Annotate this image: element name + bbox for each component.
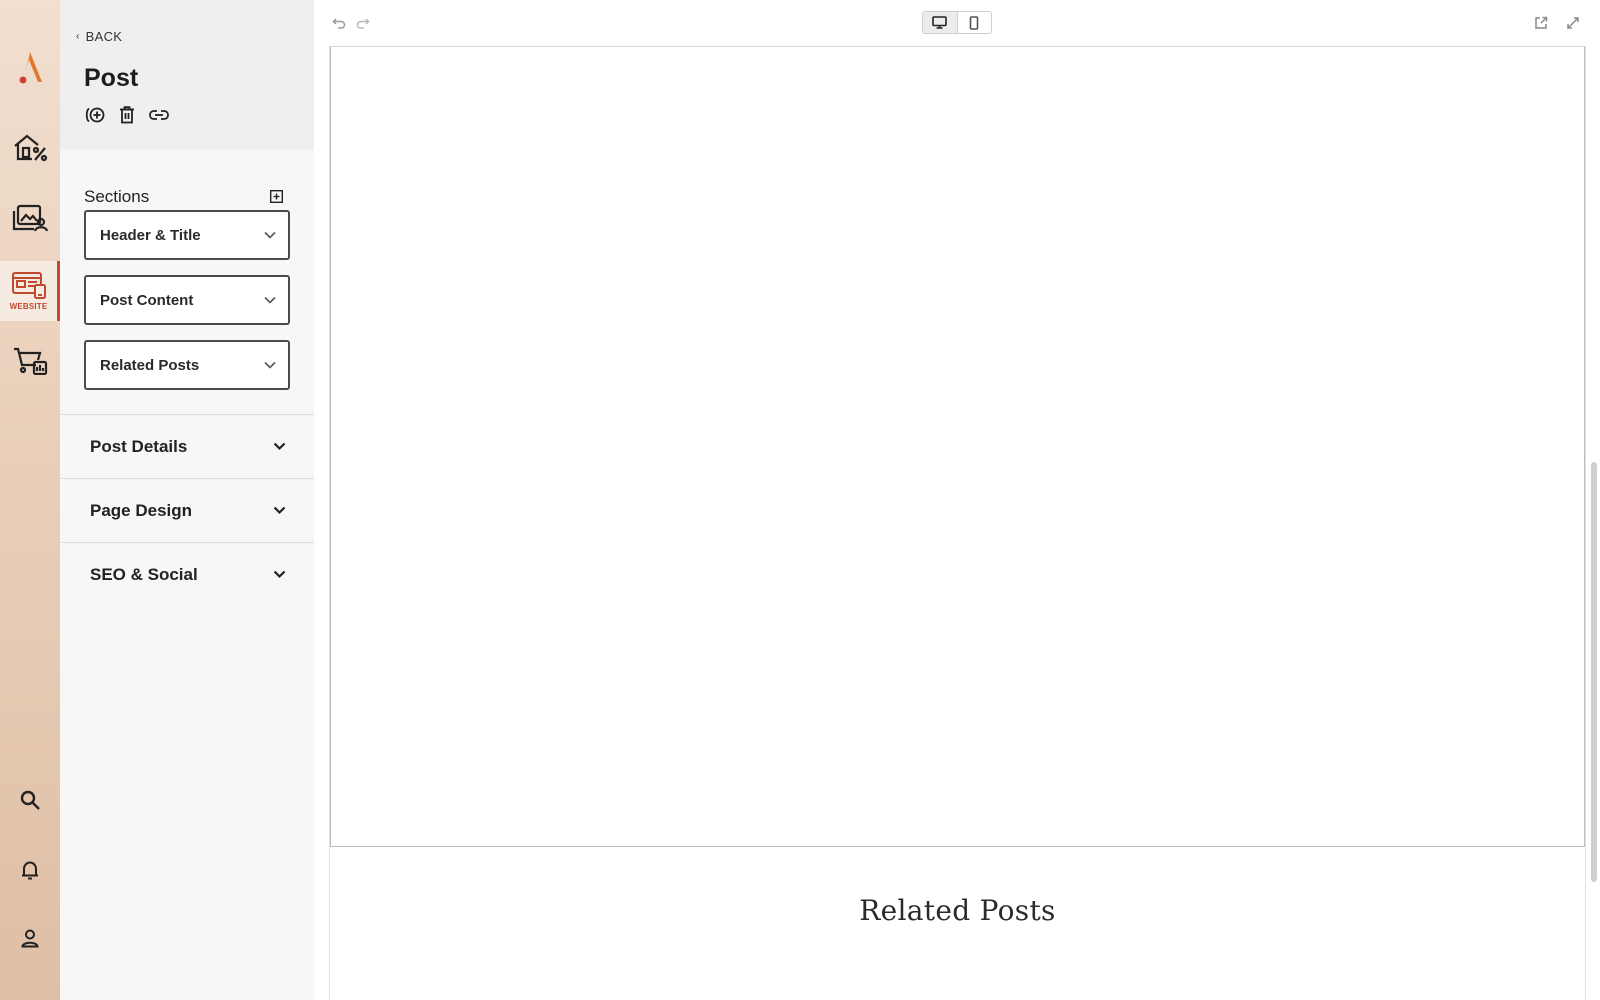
website-icon [11, 272, 46, 299]
panel-header: ‹ BACK Post [60, 0, 314, 150]
duplicate-icon[interactable] [84, 104, 106, 126]
expand-icon[interactable] [1564, 14, 1582, 32]
gallery-user-icon[interactable] [0, 194, 60, 242]
add-section-icon[interactable] [270, 190, 283, 203]
chevron-down-icon [264, 231, 276, 239]
post-tools [84, 104, 170, 126]
home-percent-icon[interactable] [0, 124, 60, 172]
section-label: Header & Title [100, 226, 201, 244]
accordion-post-details[interactable]: Post Details [60, 414, 314, 478]
trash-icon[interactable] [116, 104, 138, 126]
chevron-left-icon: ‹ [76, 31, 80, 42]
preview-scrollbar[interactable] [1591, 462, 1597, 882]
sidebar-item-label: WEBSITE [9, 302, 48, 311]
search-icon[interactable] [0, 778, 60, 822]
section-dropdown-related-posts[interactable]: Related Posts [84, 340, 290, 390]
accordion-page-design[interactable]: Page Design [60, 478, 314, 542]
chevron-down-icon [273, 570, 286, 579]
cart-chart-icon[interactable] [0, 336, 60, 384]
user-icon[interactable] [0, 916, 60, 960]
redo-icon[interactable] [354, 14, 372, 32]
chevron-down-icon [273, 506, 286, 515]
left-rail: WEBSITE [0, 0, 60, 1000]
back-label: BACK [85, 29, 123, 44]
external-link-icon[interactable] [1532, 14, 1550, 32]
mobile-icon[interactable] [958, 12, 992, 33]
desktop-icon[interactable] [923, 12, 958, 33]
brand-logo-icon[interactable] [0, 44, 60, 92]
page-preview: Related Posts [329, 46, 1586, 1000]
section-label: Related Posts [100, 356, 200, 374]
accordion-label: SEO & Social [90, 564, 198, 584]
section-label: Post Content [100, 291, 194, 309]
undo-icon[interactable] [330, 14, 348, 32]
accordion-seo-social[interactable]: SEO & Social [60, 542, 314, 606]
section-dropdown-post-content[interactable]: Post Content [84, 275, 290, 325]
sidebar-item-website[interactable]: WEBSITE [0, 261, 60, 321]
back-button[interactable]: ‹ BACK [76, 29, 122, 44]
preview-toolbar [314, 0, 1600, 46]
accordion-label: Page Design [90, 500, 193, 520]
bell-icon[interactable] [0, 848, 60, 892]
chevron-down-icon [264, 296, 276, 304]
accordion-label: Post Details [90, 436, 188, 456]
section-dropdown-header-title[interactable]: Header & Title [84, 210, 290, 260]
chevron-down-icon [264, 361, 276, 369]
editor-panel: ‹ BACK Post Sections Header & Title Post… [60, 0, 314, 1000]
page-title: Post [84, 64, 139, 92]
post-content-frame[interactable] [330, 46, 1585, 847]
related-posts-heading: Related Posts [859, 894, 1056, 927]
device-toggle [922, 11, 992, 34]
link-icon[interactable] [148, 104, 170, 126]
chevron-down-icon [273, 442, 286, 451]
sections-heading: Sections [84, 187, 150, 206]
